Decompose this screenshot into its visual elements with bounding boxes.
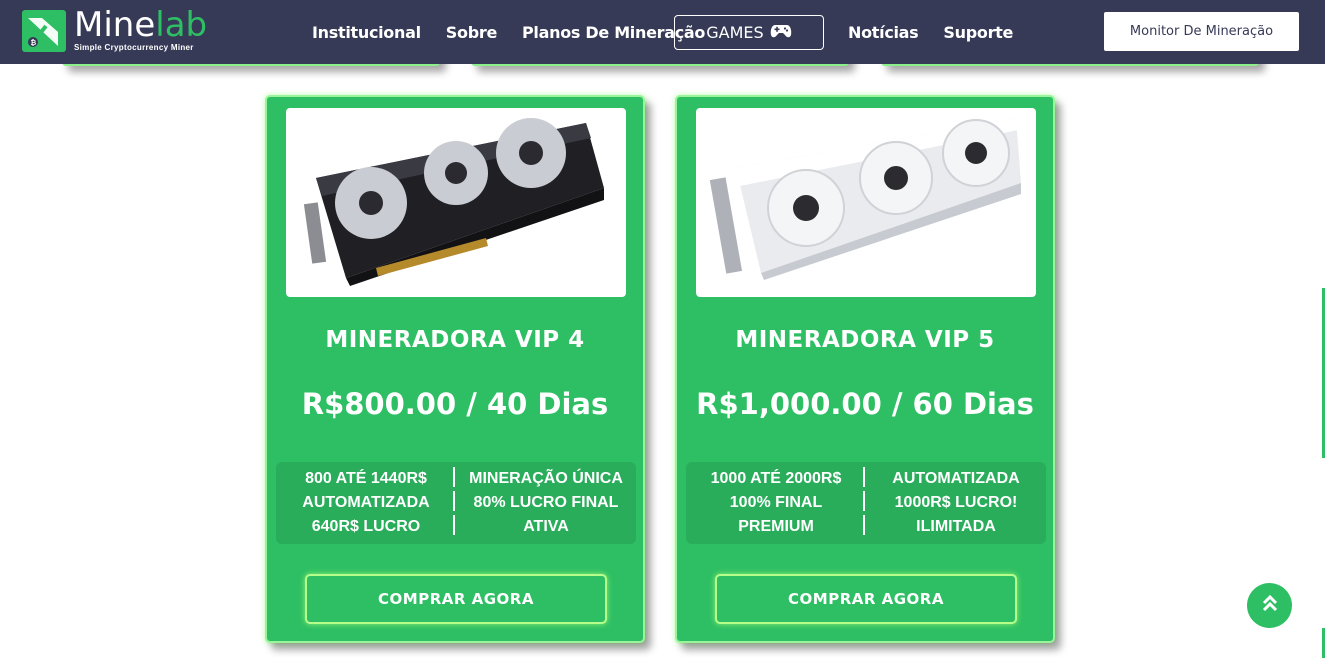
plan-card-vip4: MINERADORA VIP 4 R$800.00 / 40 Dias 800 … bbox=[265, 95, 645, 643]
main-nav: Institucional Sobre Planos De Mineração bbox=[312, 0, 730, 64]
features-left: 1000 ATÉ 2000R$ 100% FINAL PREMIUM bbox=[686, 462, 866, 544]
feature-item: 1000R$ LUCRO! bbox=[894, 494, 1018, 511]
plan-title: MINERADORA VIP 4 bbox=[325, 327, 585, 353]
logo[interactable]: ₿ Minelab Simple Cryptocurrency Miner bbox=[22, 5, 208, 52]
secondary-nav: Notícias Suporte bbox=[848, 0, 1038, 64]
feature-item: MINERAÇÃO ÚNICA bbox=[469, 470, 623, 487]
svg-text:₿: ₿ bbox=[31, 39, 37, 47]
feature-item: ILIMITADA bbox=[916, 518, 996, 535]
plan-price: R$1,000.00 / 60 Dias bbox=[696, 387, 1034, 421]
monitor-mineracao-button[interactable]: Monitor De Mineração bbox=[1104, 12, 1299, 51]
feature-item: PREMIUM bbox=[738, 518, 814, 535]
scroll-to-top-button[interactable] bbox=[1247, 583, 1292, 628]
feature-item: 1000 ATÉ 2000R$ bbox=[710, 470, 842, 487]
nav-link-institucional[interactable]: Institucional bbox=[312, 23, 421, 42]
comprar-agora-button[interactable]: COMPRAR AGORA bbox=[715, 574, 1017, 624]
plan-price: R$800.00 / 40 Dias bbox=[301, 387, 609, 421]
features-right: MINERAÇÃO ÚNICA 80% LUCRO FINAL ATIVA bbox=[456, 462, 636, 544]
feature-item: ATIVA bbox=[523, 518, 569, 535]
comprar-agora-button[interactable]: COMPRAR AGORA bbox=[305, 574, 607, 624]
gpu-image bbox=[286, 108, 626, 297]
feature-item: 800 ATÉ 1440R$ bbox=[305, 470, 427, 487]
feature-item: AUTOMATIZADA bbox=[302, 494, 430, 511]
plan-title: MINERADORA VIP 5 bbox=[735, 327, 995, 353]
nav-link-noticias[interactable]: Notícias bbox=[848, 23, 919, 42]
top-navbar: ₿ Minelab Simple Cryptocurrency Miner In… bbox=[0, 0, 1325, 64]
pickaxe-bitcoin-icon: ₿ bbox=[22, 9, 66, 52]
features-divider bbox=[453, 467, 455, 539]
plan-card-vip5: MINERADORA VIP 5 R$1,000.00 / 60 Dias 10… bbox=[675, 95, 1055, 643]
double-chevron-up-icon bbox=[1262, 594, 1278, 617]
features-divider bbox=[863, 467, 865, 539]
plan-features: 800 ATÉ 1440R$ AUTOMATIZADA 640R$ LUCRO … bbox=[276, 462, 636, 544]
features-right: AUTOMATIZADA 1000R$ LUCRO! ILIMITADA bbox=[866, 462, 1046, 544]
games-label: GAMES bbox=[706, 23, 764, 42]
logo-tagline: Simple Cryptocurrency Miner bbox=[74, 43, 194, 52]
games-button[interactable]: GAMES bbox=[674, 15, 824, 50]
nav-link-suporte[interactable]: Suporte bbox=[943, 23, 1013, 42]
feature-item: 640R$ LUCRO bbox=[311, 518, 421, 535]
feature-item: 80% LUCRO FINAL bbox=[473, 494, 619, 511]
gamepad-icon bbox=[770, 23, 792, 43]
nav-link-sobre[interactable]: Sobre bbox=[446, 23, 498, 42]
plan-features: 1000 ATÉ 2000R$ 100% FINAL PREMIUM AUTOM… bbox=[686, 462, 1046, 544]
features-left: 800 ATÉ 1440R$ AUTOMATIZADA 640R$ LUCRO bbox=[276, 462, 456, 544]
gpu-image bbox=[696, 108, 1036, 297]
logo-wordmark: Minelab bbox=[74, 5, 208, 45]
feature-item: 100% FINAL bbox=[729, 494, 823, 511]
feature-item: AUTOMATIZADA bbox=[892, 470, 1020, 487]
page: ₿ Minelab Simple Cryptocurrency Miner In… bbox=[0, 0, 1325, 658]
